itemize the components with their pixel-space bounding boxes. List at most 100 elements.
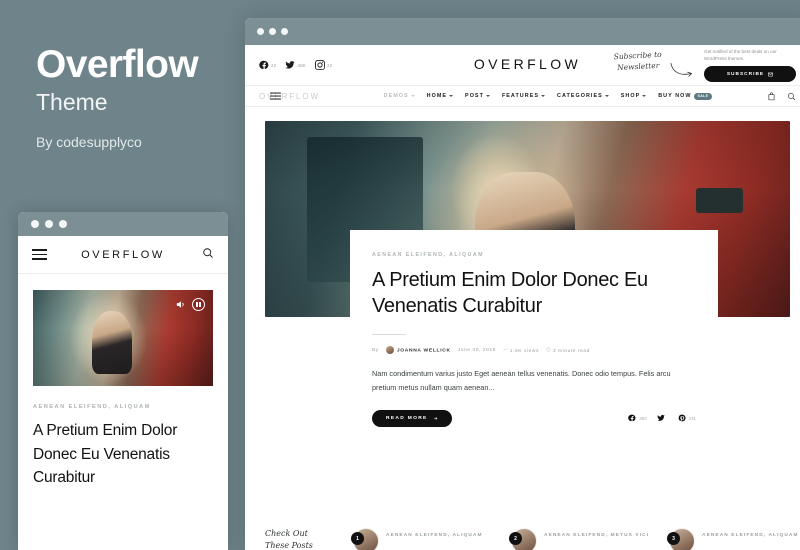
author-group[interactable]: JOANNA WELLICK <box>385 346 451 355</box>
promo-byline: By codesupplyco <box>36 133 142 150</box>
promo-panel: Overflow Theme By codesupplyco <box>36 45 236 150</box>
search-icon[interactable] <box>787 92 796 101</box>
article-footer: READ MORE 350 231 <box>372 409 696 427</box>
nav-item-demos[interactable]: DEMOS <box>384 93 415 99</box>
nav-item-buy-now[interactable]: BUY NOW SALE <box>658 92 713 100</box>
article-readtime-group: 3 minute read <box>546 347 590 354</box>
nav-badge-sale: SALE <box>693 92 713 100</box>
volume-icon[interactable] <box>175 299 186 310</box>
instagram-icon <box>315 60 325 70</box>
article-title[interactable]: A Pretium Enim Dolor Donec Eu Venenatis … <box>372 267 696 320</box>
related-post-item[interactable]: 3 AENEAN ELEIFEND, ALIQUAM <box>667 528 800 550</box>
curved-arrow-icon <box>670 62 692 77</box>
article-views-group: 1.6K views <box>503 347 539 354</box>
article-date: June 30, 2018 <box>457 347 496 353</box>
mobile-navbar: OVERFLOW <box>18 236 228 274</box>
share-count-pinterest: 231 <box>688 415 696 421</box>
related-label-line2: These Posts <box>265 541 313 550</box>
mobile-article-category[interactable]: AENEAN ELEIFEND, ALIQUAM <box>33 404 213 410</box>
social-link-twitter[interactable]: 48K <box>285 60 306 70</box>
arrow-right-icon <box>433 416 437 420</box>
share-pinterest[interactable]: 231 <box>678 414 696 422</box>
cart-icon[interactable] <box>767 91 776 101</box>
subscribe-button[interactable]: SUBSCRIBE <box>704 66 796 83</box>
navbar-logo: OVERFLOW <box>259 91 320 101</box>
featured-article-card: AENEAN ELEIFEND, ALIQUAM A Pretium Enim … <box>350 230 718 427</box>
nav-item-label: CATEGORIES <box>557 93 603 99</box>
mobile-hero-subject <box>92 311 132 375</box>
related-post-thumbnail: 2 <box>509 528 537 550</box>
twitter-icon <box>657 415 665 421</box>
mobile-site-brand[interactable]: OVERFLOW <box>18 249 228 261</box>
chevron-down-icon <box>410 95 415 97</box>
nav-item-shop[interactable]: SHOP <box>620 93 647 99</box>
social-link-instagram[interactable]: 22 <box>315 60 332 70</box>
mobile-hero-image[interactable] <box>33 290 213 386</box>
pause-button-icon[interactable] <box>192 298 205 311</box>
title-divider <box>372 333 406 336</box>
newsletter-zone: Subscribe to Newsletter Get notified of … <box>613 48 796 83</box>
facebook-icon <box>259 60 269 70</box>
mobile-article-title[interactable]: A Pretium Enim Dolor Donec Eu Venenatis … <box>33 419 213 490</box>
share-buttons: 350 231 <box>628 414 696 422</box>
read-more-label: READ MORE <box>386 415 428 421</box>
chevron-down-icon <box>604 95 609 97</box>
article-author: JOANNA WELLICK <box>396 348 451 354</box>
mobile-window-chrome <box>18 212 228 236</box>
nav-item-post[interactable]: POST <box>465 93 490 99</box>
article-read-time: 3 minute read <box>552 348 590 354</box>
window-dot-minimize[interactable] <box>45 220 53 228</box>
nav-item-home[interactable]: HOME <box>426 93 454 99</box>
desktop-page: 22 48K 22 OVERFLOW Subscribe to Newslett… <box>245 45 800 550</box>
share-facebook[interactable]: 350 <box>628 414 647 422</box>
window-dot-minimize[interactable] <box>269 28 276 35</box>
twitter-icon <box>285 61 295 69</box>
main-navbar: OVERFLOW DEMOS HOME POST FEATURES CATEGO… <box>245 85 800 107</box>
hamburger-menu-icon[interactable] <box>270 91 281 102</box>
related-posts-label: Check Out These Posts <box>265 528 335 550</box>
navbar-actions <box>767 91 796 101</box>
chevron-down-icon <box>642 95 647 97</box>
subscribe-button-label: SUBSCRIBE <box>726 71 765 77</box>
related-post-thumbnail: 1 <box>351 528 379 550</box>
window-dot-maximize[interactable] <box>281 28 288 35</box>
article-meta: By JOANNA WELLICK June 30, 2018 1.6K vie… <box>372 346 696 355</box>
related-post-item[interactable]: 2 AENEAN ELEIFEND, METUS VICI <box>509 528 651 550</box>
article-by-label: By <box>372 347 379 353</box>
window-dot-close[interactable] <box>31 220 39 228</box>
site-brand[interactable]: OVERFLOW <box>474 56 581 72</box>
window-dot-close[interactable] <box>257 28 264 35</box>
related-post-item[interactable]: 1 AENEAN ELEIFEND, ALIQUAM <box>351 528 493 550</box>
social-count-twitter: 48K <box>297 62 307 68</box>
social-count-facebook: 22 <box>271 62 277 68</box>
mobile-content: AENEAN ELEIFEND, ALIQUAM A Pretium Enim … <box>18 274 228 490</box>
nav-item-label: SHOP <box>620 93 641 99</box>
article-views: 1.6K views <box>509 348 539 354</box>
mobile-browser-window: OVERFLOW AENEAN ELEIFEND, ALIQUAM A Pret… <box>18 212 228 550</box>
nav-item-label: HOME <box>426 93 448 99</box>
newsletter-script-line2: Newsletter <box>616 60 660 73</box>
related-post-category: AENEAN ELEIFEND, METUS VICI <box>544 533 650 538</box>
related-label-line1: Check Out <box>265 529 308 538</box>
nav-item-label: DEMOS <box>383 93 409 99</box>
nav-item-categories[interactable]: CATEGORIES <box>557 93 609 99</box>
nav-items: DEMOS HOME POST FEATURES CATEGORIES SHOP… <box>384 92 713 100</box>
avatar <box>385 346 394 355</box>
related-post-number: 1 <box>351 532 364 545</box>
related-post-category: AENEAN ELEIFEND, ALIQUAM <box>702 533 799 538</box>
article-category[interactable]: AENEAN ELEIFEND, ALIQUAM <box>372 252 696 258</box>
site-top-header: 22 48K 22 OVERFLOW Subscribe to Newslett… <box>245 45 800 85</box>
desktop-browser-window: 22 48K 22 OVERFLOW Subscribe to Newslett… <box>245 18 800 550</box>
article-excerpt: Nam condimentum varius justo Eget aenean… <box>372 369 671 393</box>
navbar-logo-wrap[interactable]: OVERFLOW <box>259 92 329 101</box>
window-dot-maximize[interactable] <box>59 220 67 228</box>
nav-item-features[interactable]: FEATURES <box>502 93 545 99</box>
social-link-facebook[interactable]: 22 <box>259 60 276 70</box>
chart-icon <box>503 347 508 351</box>
share-count-facebook: 350 <box>639 415 647 421</box>
newsletter-blurb: Get notified of the best deals on our Wo… <box>704 48 777 61</box>
read-more-button[interactable]: READ MORE <box>372 409 452 427</box>
share-twitter[interactable] <box>657 414 668 422</box>
related-post-number: 2 <box>509 532 522 545</box>
chevron-down-icon <box>541 95 545 97</box>
